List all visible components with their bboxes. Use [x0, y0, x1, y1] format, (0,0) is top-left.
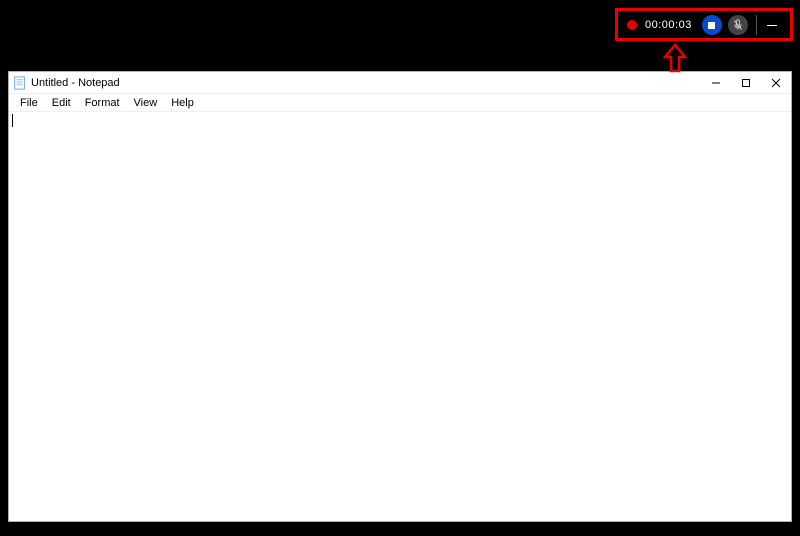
- menu-edit[interactable]: Edit: [45, 96, 78, 110]
- text-editor-area[interactable]: [9, 112, 791, 521]
- menu-view[interactable]: View: [127, 96, 165, 110]
- maximize-icon: [741, 78, 751, 88]
- notepad-app-icon: [13, 76, 27, 90]
- maximize-button[interactable]: [731, 72, 761, 93]
- minimize-icon: [711, 78, 721, 88]
- close-button[interactable]: [761, 72, 791, 93]
- annotation-highlight-box: [615, 8, 793, 41]
- notepad-window: Untitled - Notepad File Edit Format View…: [8, 71, 792, 522]
- close-icon: [771, 78, 781, 88]
- menu-help[interactable]: Help: [164, 96, 201, 110]
- titlebar[interactable]: Untitled - Notepad: [9, 72, 791, 94]
- annotation-arrow-up-icon: [663, 43, 687, 73]
- menubar: File Edit Format View Help: [9, 94, 791, 112]
- window-controls: [701, 72, 791, 93]
- menu-file[interactable]: File: [13, 96, 45, 110]
- minimize-button[interactable]: [701, 72, 731, 93]
- menu-format[interactable]: Format: [78, 96, 127, 110]
- text-cursor: [12, 114, 13, 127]
- window-title: Untitled - Notepad: [31, 77, 701, 89]
